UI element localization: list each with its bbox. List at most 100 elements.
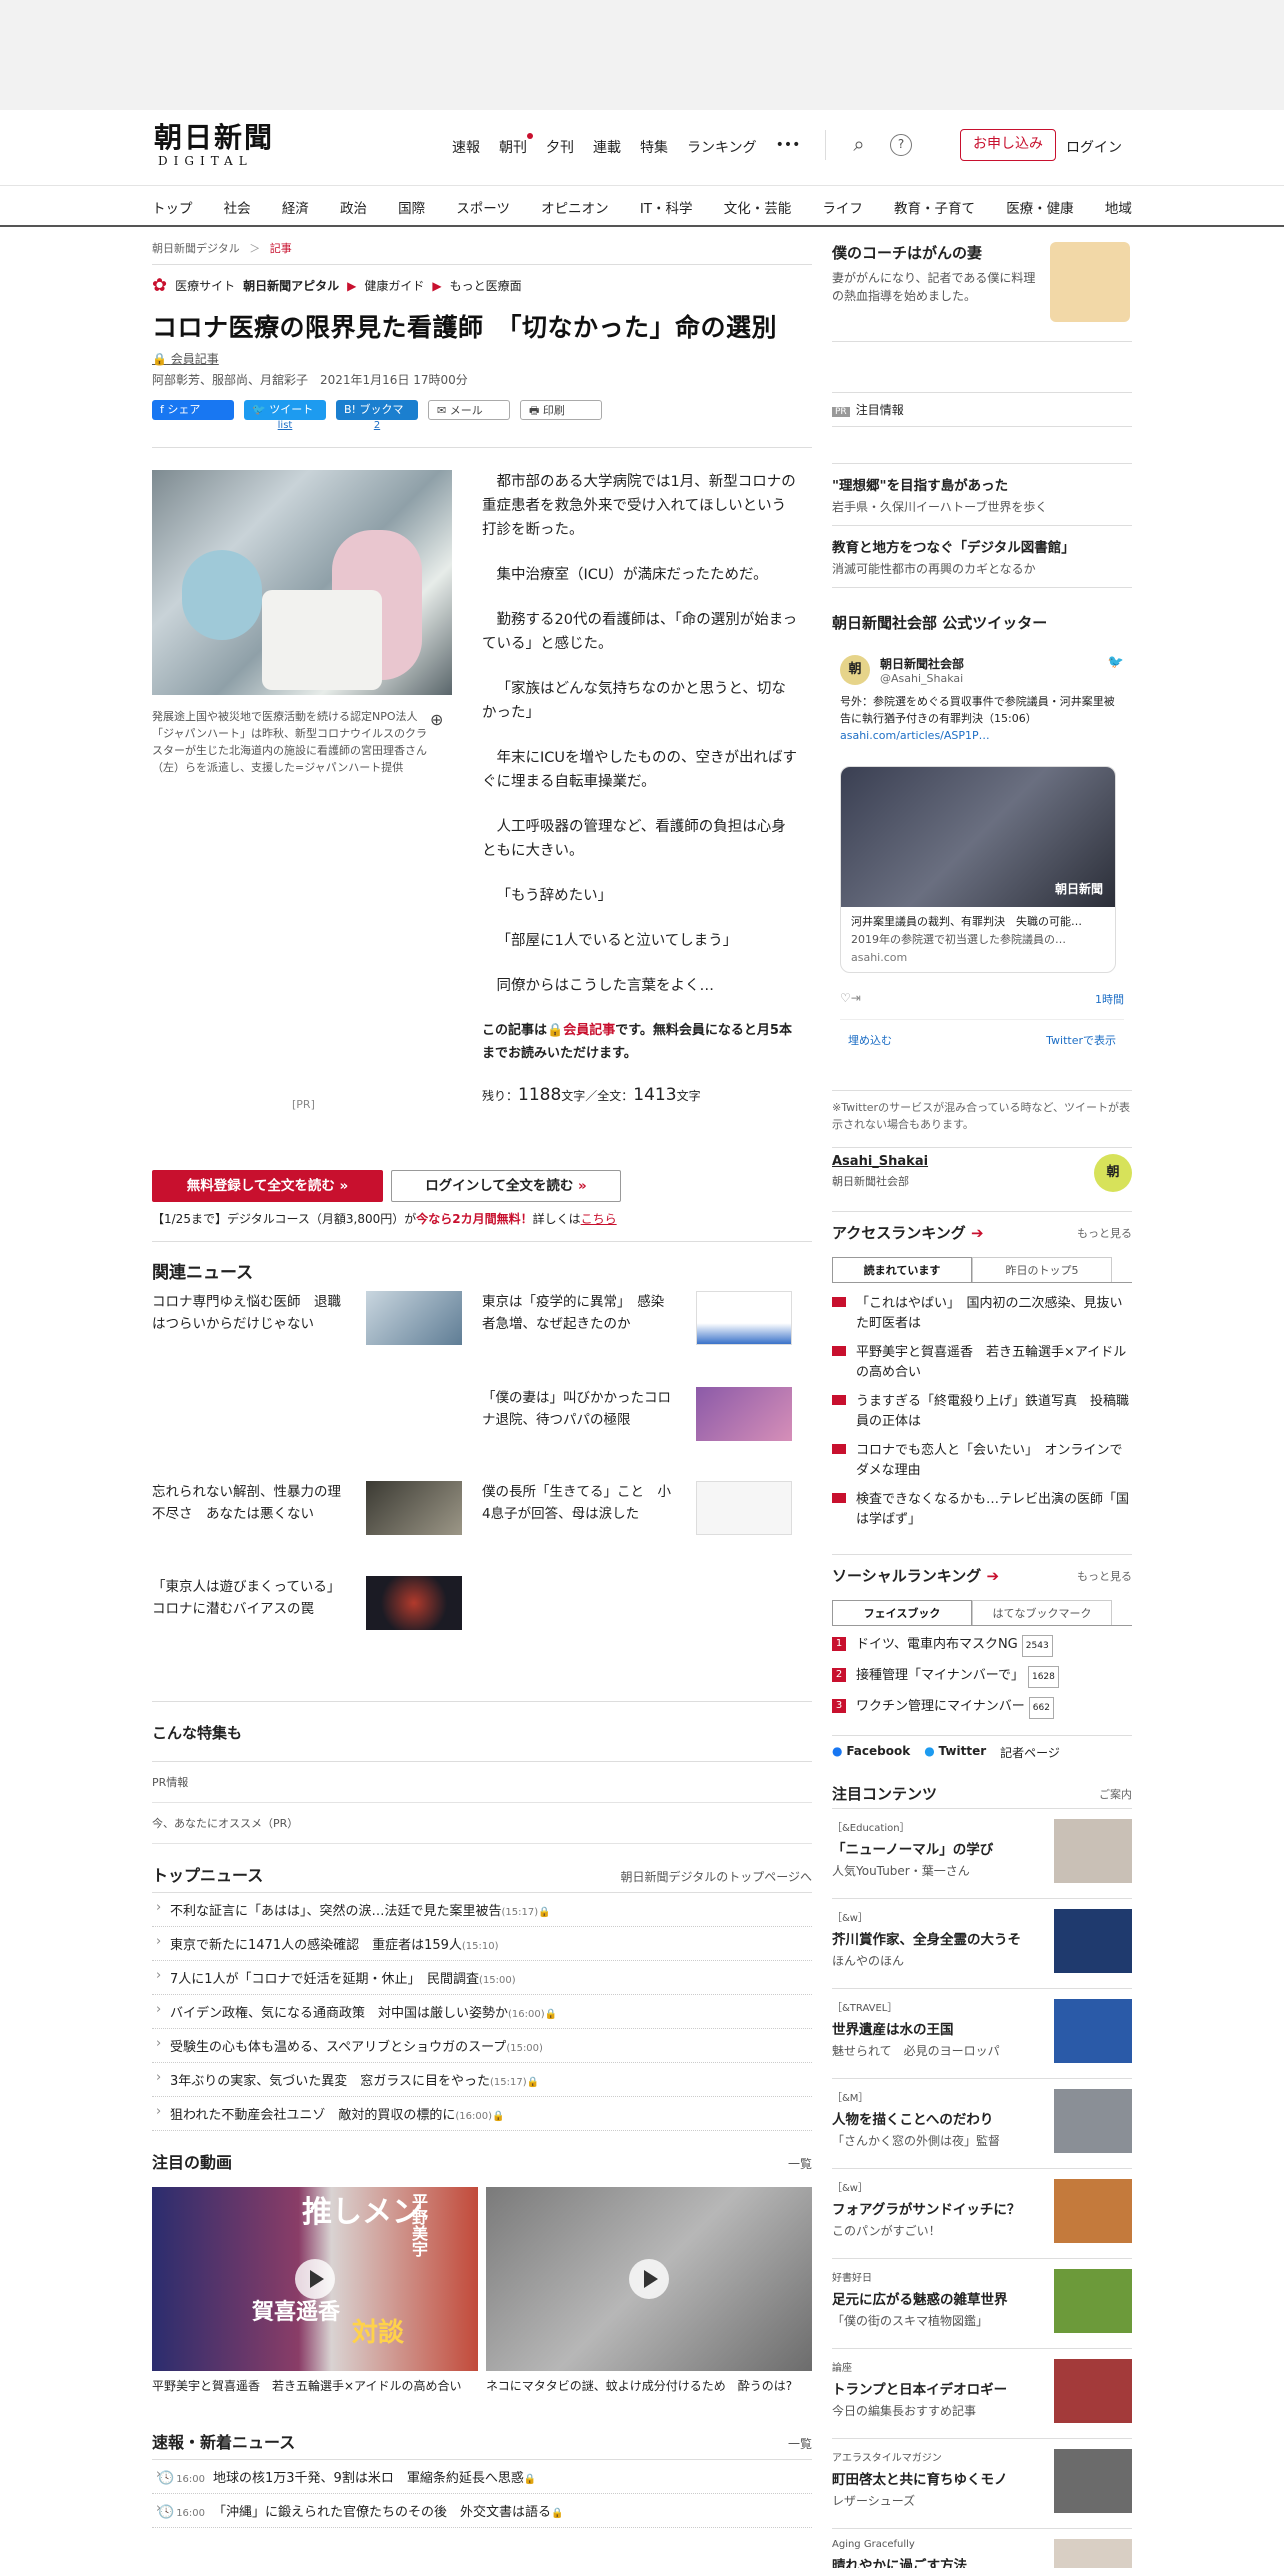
- help-icon[interactable]: ?: [890, 134, 912, 156]
- like-icon[interactable]: ♡: [840, 991, 851, 1007]
- pick-more-link[interactable]: ご案内: [1099, 1786, 1132, 1802]
- ranking-item[interactable]: コロナでも恋人と「会いたい」 オンラインでダメな理由: [832, 1436, 1132, 1485]
- member-note-link[interactable]: 会員記事: [563, 1023, 615, 1038]
- ranking-item[interactable]: 検査できなくなるかも…テレビ出演の医師「国は学ばず」: [832, 1485, 1132, 1534]
- promo-link[interactable]: こちら: [581, 1212, 617, 1226]
- hatena-bookmark-button[interactable]: B! ブックマーク: [336, 400, 418, 436]
- search-icon[interactable]: ⌕: [848, 134, 870, 156]
- tweet-time[interactable]: 1時間: [1095, 991, 1124, 1007]
- facebook-link[interactable]: ● Facebook: [832, 1744, 910, 1761]
- breadcrumb-home[interactable]: 朝日新聞デジタル: [152, 242, 240, 255]
- medsite-name[interactable]: 朝日新聞アピタル: [243, 277, 339, 294]
- gnav-culture[interactable]: 文化・芸能: [724, 197, 792, 217]
- feature-item[interactable]: 教育と地方をつなぐ「デジタル図書館」 消滅可能性都市の再興のカギとなるか: [832, 526, 1132, 588]
- breaking-item[interactable]: 🕓16:00 「沖縄」に鍛えられた官僚たちのその後 外交文書は語る🔒: [152, 2494, 812, 2528]
- share-icon[interactable]: ⇥: [851, 991, 861, 1007]
- tab-reading-now[interactable]: 読まれています: [832, 1257, 972, 1282]
- member-article-label[interactable]: 🔒 会員記事: [152, 350, 812, 367]
- related-item[interactable]: 東京は「疫学的に異常」 感染者急増、なぜ起きたのか: [482, 1291, 802, 1361]
- gnav-opinion[interactable]: オピニオン: [541, 197, 609, 217]
- more-icon[interactable]: •••: [776, 137, 801, 157]
- gnav-politics[interactable]: 政治: [340, 197, 367, 217]
- tweet-author[interactable]: 朝日新聞社会部: [880, 655, 964, 672]
- social-more-link[interactable]: もっと見る: [1077, 1568, 1132, 1584]
- tweet-button[interactable]: 🐦 ツイート: [244, 400, 326, 420]
- related-item[interactable]: 僕の長所「生きてる」こと 小4息子が回答、母は涙した: [482, 1481, 802, 1551]
- avatar[interactable]: 朝: [840, 655, 870, 685]
- pick-item[interactable]: 論座 トランプと日本イデオロギー 今日の編集長おすすめ記事: [832, 2349, 1132, 2439]
- account-badge[interactable]: 朝: [1094, 1154, 1132, 1192]
- nav-morning[interactable]: 朝刊: [499, 133, 533, 157]
- ranking-item[interactable]: 平野美宇と賀喜遥香 若き五輪選手×アイドルの高め合い: [832, 1338, 1132, 1387]
- gnav-life[interactable]: ライフ: [822, 197, 863, 217]
- tweet-handle[interactable]: @Asahi_Shakai: [880, 672, 964, 685]
- pick-item[interactable]: アエラスタイルマガジン 町田啓太と共に育ちゆくモノ レザーシューズ: [832, 2439, 1132, 2529]
- topnews-item[interactable]: 不利な証言に「あはは」、突然の涙…法廷で見た案里被告(15:17)🔒: [152, 1893, 812, 1927]
- pick-item[interactable]: ［&w］ 芥川賞作家、全身全霊の大うそ ほんやのほん: [832, 1899, 1132, 1989]
- topnews-item[interactable]: 東京で新たに1471人の感染確認 重症者は159人(15:10): [152, 1927, 812, 1961]
- tweet-count[interactable]: list: [244, 420, 326, 431]
- pick-item[interactable]: Aging Gracefully 晴れやかに過ごす方法: [832, 2529, 1132, 2568]
- play-icon[interactable]: [629, 2259, 669, 2299]
- coach-feature[interactable]: 僕のコーチはがんの妻 妻ががんになり、記者である僕に料理の熱血指導を始めました。: [832, 242, 1132, 342]
- article-photo[interactable]: [152, 470, 452, 695]
- related-item[interactable]: コロナ専門ゆえ悩む医師 退職はつらいからだけじゃない: [152, 1291, 472, 1361]
- facebook-share-button[interactable]: f シェア: [152, 400, 234, 420]
- ranking-item[interactable]: うますぎる「終電殺り上げ」鉄道写真 投稿職員の正体は: [832, 1387, 1132, 1436]
- medsite-link-guide[interactable]: 健康ガイド: [364, 277, 424, 294]
- reporter-page-link[interactable]: 記者ページ: [1000, 1744, 1060, 1761]
- embed-link[interactable]: 埋め込む: [848, 1032, 892, 1048]
- topnews-item[interactable]: 7人に1人が「コロナで妊活を延期・休止」 民間調査(15:00): [152, 1961, 812, 1995]
- zoom-icon[interactable]: ⊕: [430, 710, 443, 729]
- register-read-button[interactable]: 無料登録して全文を読む »: [152, 1170, 383, 1202]
- login-link[interactable]: ログイン: [1066, 137, 1122, 157]
- tab-facebook[interactable]: フェイスブック: [832, 1600, 972, 1625]
- gnav-education[interactable]: 教育・子育て: [894, 197, 975, 217]
- video-item[interactable]: ネコにマタタビの謎、蚊よけ成分付けるため 酔うのは?: [486, 2187, 812, 2395]
- ranking-item[interactable]: 「これはやばい」 国内初の二次感染、見抜いた町医者は: [832, 1289, 1132, 1338]
- account-name[interactable]: Asahi_Shakai: [832, 1154, 1132, 1169]
- tweet-card[interactable]: 朝日新聞 河井案里議員の裁判、有罪判決 失職の可能… 2019年の参院選で初当選…: [840, 766, 1116, 973]
- pick-item[interactable]: ［&Education］ 「ニューノーマル」の学び 人気YouTuber・葉一さん: [832, 1809, 1132, 1899]
- videos-more-link[interactable]: 一覧: [788, 2155, 812, 2172]
- nav-ranking[interactable]: ランキング: [687, 137, 757, 157]
- tweet-link[interactable]: asahi.com/articles/ASP1P…: [840, 729, 990, 742]
- topnews-item[interactable]: 3年ぶりの実家、気づいた異変 窓ガラスに目をやった(15:17)🔒: [152, 2063, 812, 2097]
- social-item[interactable]: 3 ワクチン管理にマイナンバー 662: [832, 1692, 1132, 1723]
- topnews-item[interactable]: 狙われた不動産会社ユニゾ 敵対的買収の標的に(16:00)🔒: [152, 2097, 812, 2131]
- related-item[interactable]: 忘れられない解剖、性暴力の理不尽さ あなたは悪くない: [152, 1481, 472, 1551]
- nav-evening[interactable]: 夕刊: [546, 137, 574, 157]
- topnews-more-link[interactable]: 朝日新聞デジタルのトップページへ: [620, 1868, 812, 1885]
- site-logo[interactable]: 朝日新聞 DIGITAL: [154, 122, 284, 169]
- subscribe-button[interactable]: お申し込み: [960, 129, 1056, 161]
- nav-special[interactable]: 特集: [640, 137, 668, 157]
- access-more-link[interactable]: もっと見る: [1077, 1225, 1132, 1241]
- related-item[interactable]: 「東京人は遊びまくっている」コロナに潜むバイアスの罠: [152, 1576, 472, 1646]
- social-item[interactable]: 2 接種管理「マイナンバーで」 1628: [832, 1661, 1132, 1692]
- gnav-international[interactable]: 国際: [398, 197, 425, 217]
- view-on-twitter-link[interactable]: Twitterで表示: [1046, 1032, 1116, 1048]
- gnav-tech[interactable]: IT・科学: [640, 197, 693, 217]
- pick-item[interactable]: 好書好日 足元に広がる魅惑の雑草世界 「僕の街のスキマ植物図鑑」: [832, 2259, 1132, 2349]
- video-item[interactable]: 推しメン 平野美宇 賀喜遥香 対談 平野美宇と賀喜遥香 若き五輪選手×アイドルの…: [152, 2187, 478, 2395]
- login-read-button[interactable]: ログインして全文を読む »: [391, 1170, 621, 1202]
- gnav-economy[interactable]: 経済: [282, 197, 309, 217]
- twitter-link[interactable]: ● Twitter: [924, 1744, 986, 1761]
- twitter-bird-icon[interactable]: 🐦: [1108, 655, 1124, 685]
- nav-series[interactable]: 連載: [593, 137, 621, 157]
- tab-hatena[interactable]: はてなブックマーク: [972, 1600, 1112, 1625]
- related-item[interactable]: 「僕の妻は」叫びかかったコロナ退院、待つパパの極限: [482, 1387, 802, 1457]
- mail-button[interactable]: ✉ メール: [428, 400, 510, 420]
- feature-item[interactable]: "理想郷"を目指す島があった 岩手県・久保川イーハトーブ世界を歩く: [832, 464, 1132, 526]
- social-item[interactable]: 1 ドイツ、電車内布マスクNG 2543: [832, 1630, 1132, 1661]
- breaking-item[interactable]: 🕓16:00 地球の核1万3千発、9割は米ロ 軍縮条約延長へ思惑🔒: [152, 2460, 812, 2494]
- tab-yesterday-top5[interactable]: 昨日のトップ5: [972, 1257, 1112, 1282]
- play-icon[interactable]: [295, 2259, 335, 2299]
- pick-item[interactable]: ［&TRAVEL］ 世界遺産は水の王国 魅せられて 必見のヨーロッパ: [832, 1989, 1132, 2079]
- medsite-link-more[interactable]: もっと医療面: [450, 277, 522, 294]
- nav-breaking[interactable]: 速報: [452, 137, 480, 157]
- gnav-society[interactable]: 社会: [224, 197, 251, 217]
- pick-item[interactable]: ［&w］ フォアグラがサンドイッチに？ このパンがすごい！: [832, 2169, 1132, 2259]
- gnav-top[interactable]: トップ: [152, 197, 193, 217]
- gnav-health[interactable]: 医療・健康: [1006, 197, 1074, 217]
